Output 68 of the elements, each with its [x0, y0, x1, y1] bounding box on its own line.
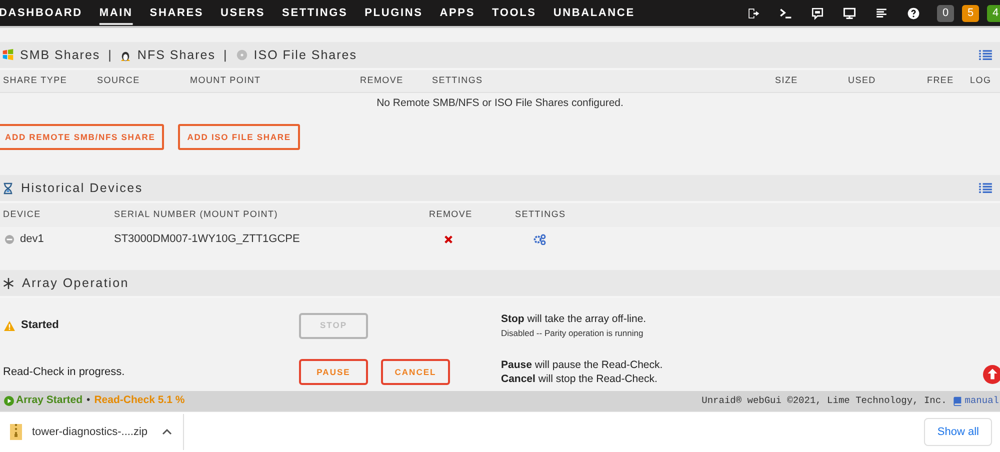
nav-tab[interactable]: MAIN: [99, 0, 150, 26]
manual-link[interactable]: manual: [964, 394, 999, 408]
nav-tab[interactable]: DASHBOARD: [0, 0, 100, 26]
disc-icon: [236, 49, 248, 61]
progress-text: Read-Check 5.1 %: [94, 393, 185, 408]
separator: |: [108, 46, 112, 64]
nav-tab[interactable]: SHARES: [150, 0, 221, 26]
column-header: SIZE: [775, 74, 799, 88]
column-header: USED: [848, 74, 877, 88]
list-view-icon[interactable]: [979, 182, 992, 194]
column-header: LOG: [970, 74, 992, 88]
array-status: Started: [21, 318, 59, 334]
help-icon[interactable]: [907, 6, 920, 20]
nav-tab[interactable]: PLUGINS: [364, 0, 440, 26]
array-state: Array Started: [16, 393, 83, 408]
log-icon[interactable]: [875, 6, 888, 20]
zip-file-icon: [10, 424, 22, 440]
show-all-button[interactable]: Show all: [924, 418, 992, 446]
column-header: SOURCE: [97, 74, 141, 88]
section-title: SMB Shares: [20, 46, 100, 64]
column-header: SERIAL NUMBER (MOUNT POINT): [114, 208, 279, 222]
column-header: MOUNT POINT: [190, 74, 262, 88]
help-text: Pause will pause the Read-Check.: [501, 358, 663, 372]
nav-tab[interactable]: TOOLS: [492, 0, 554, 26]
play-icon: [4, 396, 14, 406]
terminal-icon[interactable]: [779, 6, 792, 20]
section-title: Array Operation: [22, 274, 129, 292]
empty-message: No Remote SMB/NFS or ISO File Shares configured.: [376, 96, 624, 112]
monitor-icon[interactable]: [843, 6, 856, 20]
table-cell-text: ST3000DM007-1WY10G_ZTT1GCPE: [114, 232, 300, 248]
column-header: SHARE TYPE: [3, 74, 68, 88]
column-header: SETTINGS: [432, 74, 484, 88]
snowflake-icon: [3, 278, 14, 288]
section-title: ISO File Shares: [254, 46, 357, 64]
scroll-up-icon[interactable]: [983, 365, 1000, 384]
caret-icon[interactable]: [162, 429, 172, 435]
copyright-text: Unraid® webGui ©2021, Lime Technology, Inc.: [702, 394, 947, 408]
list-view-icon[interactable]: [979, 50, 992, 60]
notification-badge[interactable]: 0: [937, 4, 954, 22]
book-icon: [952, 396, 962, 406]
column-header: FREE: [927, 74, 955, 88]
logout-icon[interactable]: [747, 6, 760, 20]
progress-status: Read-Check in progress.: [3, 364, 125, 380]
section-title: NFS Shares: [137, 46, 216, 64]
settings-icon[interactable]: [533, 234, 546, 245]
help-text: Cancel will stop the Read-Check.: [501, 372, 658, 386]
separator: •: [86, 393, 90, 408]
column-header: REMOVE: [429, 208, 474, 222]
notification-badge[interactable]: 4: [987, 4, 1000, 22]
nav-tab[interactable]: USERS: [220, 0, 282, 26]
warning-icon: [4, 320, 15, 330]
nav-tab[interactable]: SETTINGS: [282, 0, 365, 26]
help-note: Disabled -- Parity operation is running: [501, 326, 644, 340]
hourglass-icon: [3, 182, 13, 194]
separator: |: [224, 46, 228, 64]
chat-icon[interactable]: [811, 6, 824, 20]
remove-icon[interactable]: [444, 235, 453, 244]
nav-tab[interactable]: UNBALANCE: [553, 0, 652, 26]
download-file-name[interactable]: tower-diagnostics-....zip: [32, 424, 148, 440]
minus-circle-icon: [5, 235, 14, 244]
section-title: Historical Devices: [21, 180, 143, 197]
help-text: Stop will take the array off-line.: [501, 312, 646, 326]
column-header: REMOVE: [360, 74, 404, 88]
nav-tab[interactable]: APPS: [440, 0, 492, 26]
column-header: DEVICE: [3, 208, 42, 222]
column-header: SETTINGS: [515, 208, 567, 222]
table-cell-text: dev1: [20, 232, 44, 248]
windows-flag-icon: [2, 49, 14, 61]
